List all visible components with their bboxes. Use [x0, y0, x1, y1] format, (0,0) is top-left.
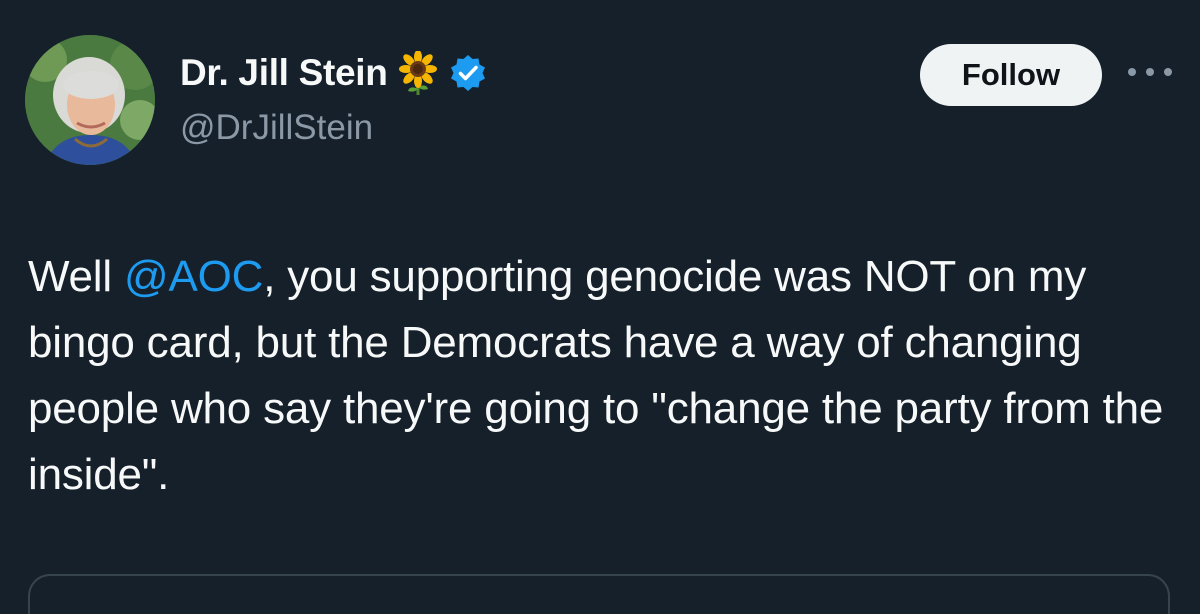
tweet-text: Well @AOC, you supporting genocide was N… [28, 244, 1178, 508]
mention-link[interactable]: @AOC [124, 252, 263, 301]
author-display-name[interactable]: Dr. Jill Stein [180, 52, 388, 94]
quoted-card[interactable] [28, 574, 1170, 614]
verified-badge-icon[interactable] [448, 53, 488, 93]
tweet-text-start: Well [28, 252, 124, 301]
follow-button[interactable]: Follow [920, 44, 1102, 106]
more-dot [1128, 68, 1136, 76]
author-name-row: Dr. Jill Stein [180, 48, 488, 98]
avatar[interactable] [25, 35, 155, 165]
more-dot [1146, 68, 1154, 76]
avatar-photo [25, 35, 155, 165]
author-handle[interactable]: @DrJillStein [180, 108, 373, 148]
tweet: Dr. Jill Stein @DrJillStein Follow Well … [0, 0, 1200, 614]
sunflower-icon [396, 50, 440, 95]
more-horizontal-icon[interactable] [1128, 62, 1172, 82]
more-dot [1164, 68, 1172, 76]
